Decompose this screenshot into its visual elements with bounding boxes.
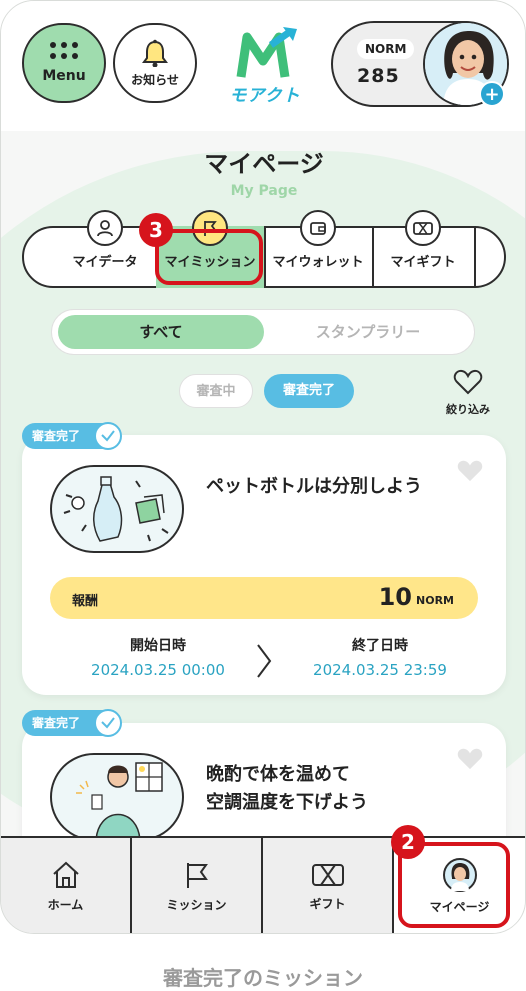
menu-label: Menu [42,68,86,84]
nav-mission[interactable]: ミッション [132,838,263,933]
tab-label: マイウォレット [272,255,364,270]
check-icon [94,709,122,737]
filter-chip-approved[interactable]: 審査完了 [264,374,354,408]
mission-title: ペットボトルは分別しよう [206,476,422,497]
favorite-button[interactable] [456,459,484,487]
segment-stamp-rally[interactable]: スタンプラリー [266,315,470,349]
rank-badge: NORM [357,39,415,59]
gift-icon [311,864,344,886]
user-icon [87,210,123,246]
chevron-right-icon [257,644,272,678]
reward-label: 報酬 [72,594,99,609]
segment-all[interactable]: すべて [58,315,264,349]
mission-title: 晩酌で体を温めて 空調温度を下げよう [206,761,368,817]
start-datetime: 開始日時 2024.03.25 00:00 [68,635,248,679]
heart-icon [457,748,483,770]
logo-mark-icon [236,27,297,78]
notice-button[interactable]: お知らせ [113,23,197,103]
end-date-heading: 終了日時 [352,638,408,654]
heart-icon [457,460,483,482]
heart-outline-icon [453,369,483,395]
notice-label: お知らせ [131,72,179,87]
status-label: 審査完了 [32,429,81,443]
page-title: マイページ [204,150,324,178]
start-date-value: 2024.03.25 00:00 [91,661,225,679]
mission-card[interactable]: ペットボトルは分別しよう 報酬 10 NORM 開始日時 2024.03.25 … [22,435,506,695]
tab-my-gift[interactable]: マイギフト [372,210,476,288]
end-datetime: 終了日時 2024.03.25 23:59 [290,635,470,679]
mission-type-toggle: すべて スタンプラリー [51,309,475,355]
end-date-value: 2024.03.25 23:59 [313,661,447,679]
pet-bottle-icon [63,476,169,542]
status-badge: 審査完了 [22,709,122,737]
mypage-tabs: マイデータ マイミッション マイウォレット マイギフト [22,210,506,288]
mission-title-line1: 晩酌で体を温めて [206,764,350,785]
mission-illustration [50,465,184,553]
home-icon [52,861,79,888]
bell-icon [142,39,168,67]
step-badge-2: 2 [391,825,425,859]
wallet-icon [300,210,336,246]
mission-title-line2: 空調温度を下げよう [206,792,368,813]
tab-my-wallet[interactable]: マイウォレット [264,210,374,288]
filter-chip-reviewing[interactable]: 審査中 [179,374,253,408]
gift-icon [405,210,441,246]
nav-home[interactable]: ホーム [1,838,132,933]
app-logo[interactable]: モアクト [227,27,303,107]
tab-label: マイギフト [390,255,456,270]
nav-label: ギフト [309,897,346,911]
nav-label: ホーム [47,898,84,912]
points-display[interactable]: NORM 285 + [331,21,509,107]
nav-label: ミッション [166,898,227,912]
step-badge-3: 3 [139,213,173,247]
logo-text: モアクト [229,86,301,106]
reward-value: 10 [378,583,412,611]
add-points-button[interactable]: + [479,81,505,107]
favorite-button[interactable] [456,747,484,775]
status-label: 審査完了 [32,716,81,730]
start-date-heading: 開始日時 [130,638,186,654]
flag-icon [186,863,208,888]
menu-button[interactable]: Menu [22,23,106,103]
warm-drink-icon [76,762,163,839]
tab-label: マイデータ [72,255,138,270]
filter-label: 絞り込み [446,403,490,416]
status-badge: 審査完了 [22,422,122,450]
narrow-filter-button[interactable]: 絞り込み [441,369,495,417]
reward-unit: NORM [416,594,454,607]
nav-gift[interactable]: ギフト [263,838,394,933]
menu-icon [50,42,78,59]
mission-illustration [50,753,184,841]
points-value: 285 [357,65,400,87]
page-subtitle: My Page [230,183,298,199]
reward-bar: 報酬 10 NORM [50,577,478,619]
app-screen: Menu お知らせ モアクト NORM 285 + マイページ My Page … [0,0,526,934]
screen-caption: 審査完了のミッション [163,966,363,990]
check-icon [94,422,122,450]
